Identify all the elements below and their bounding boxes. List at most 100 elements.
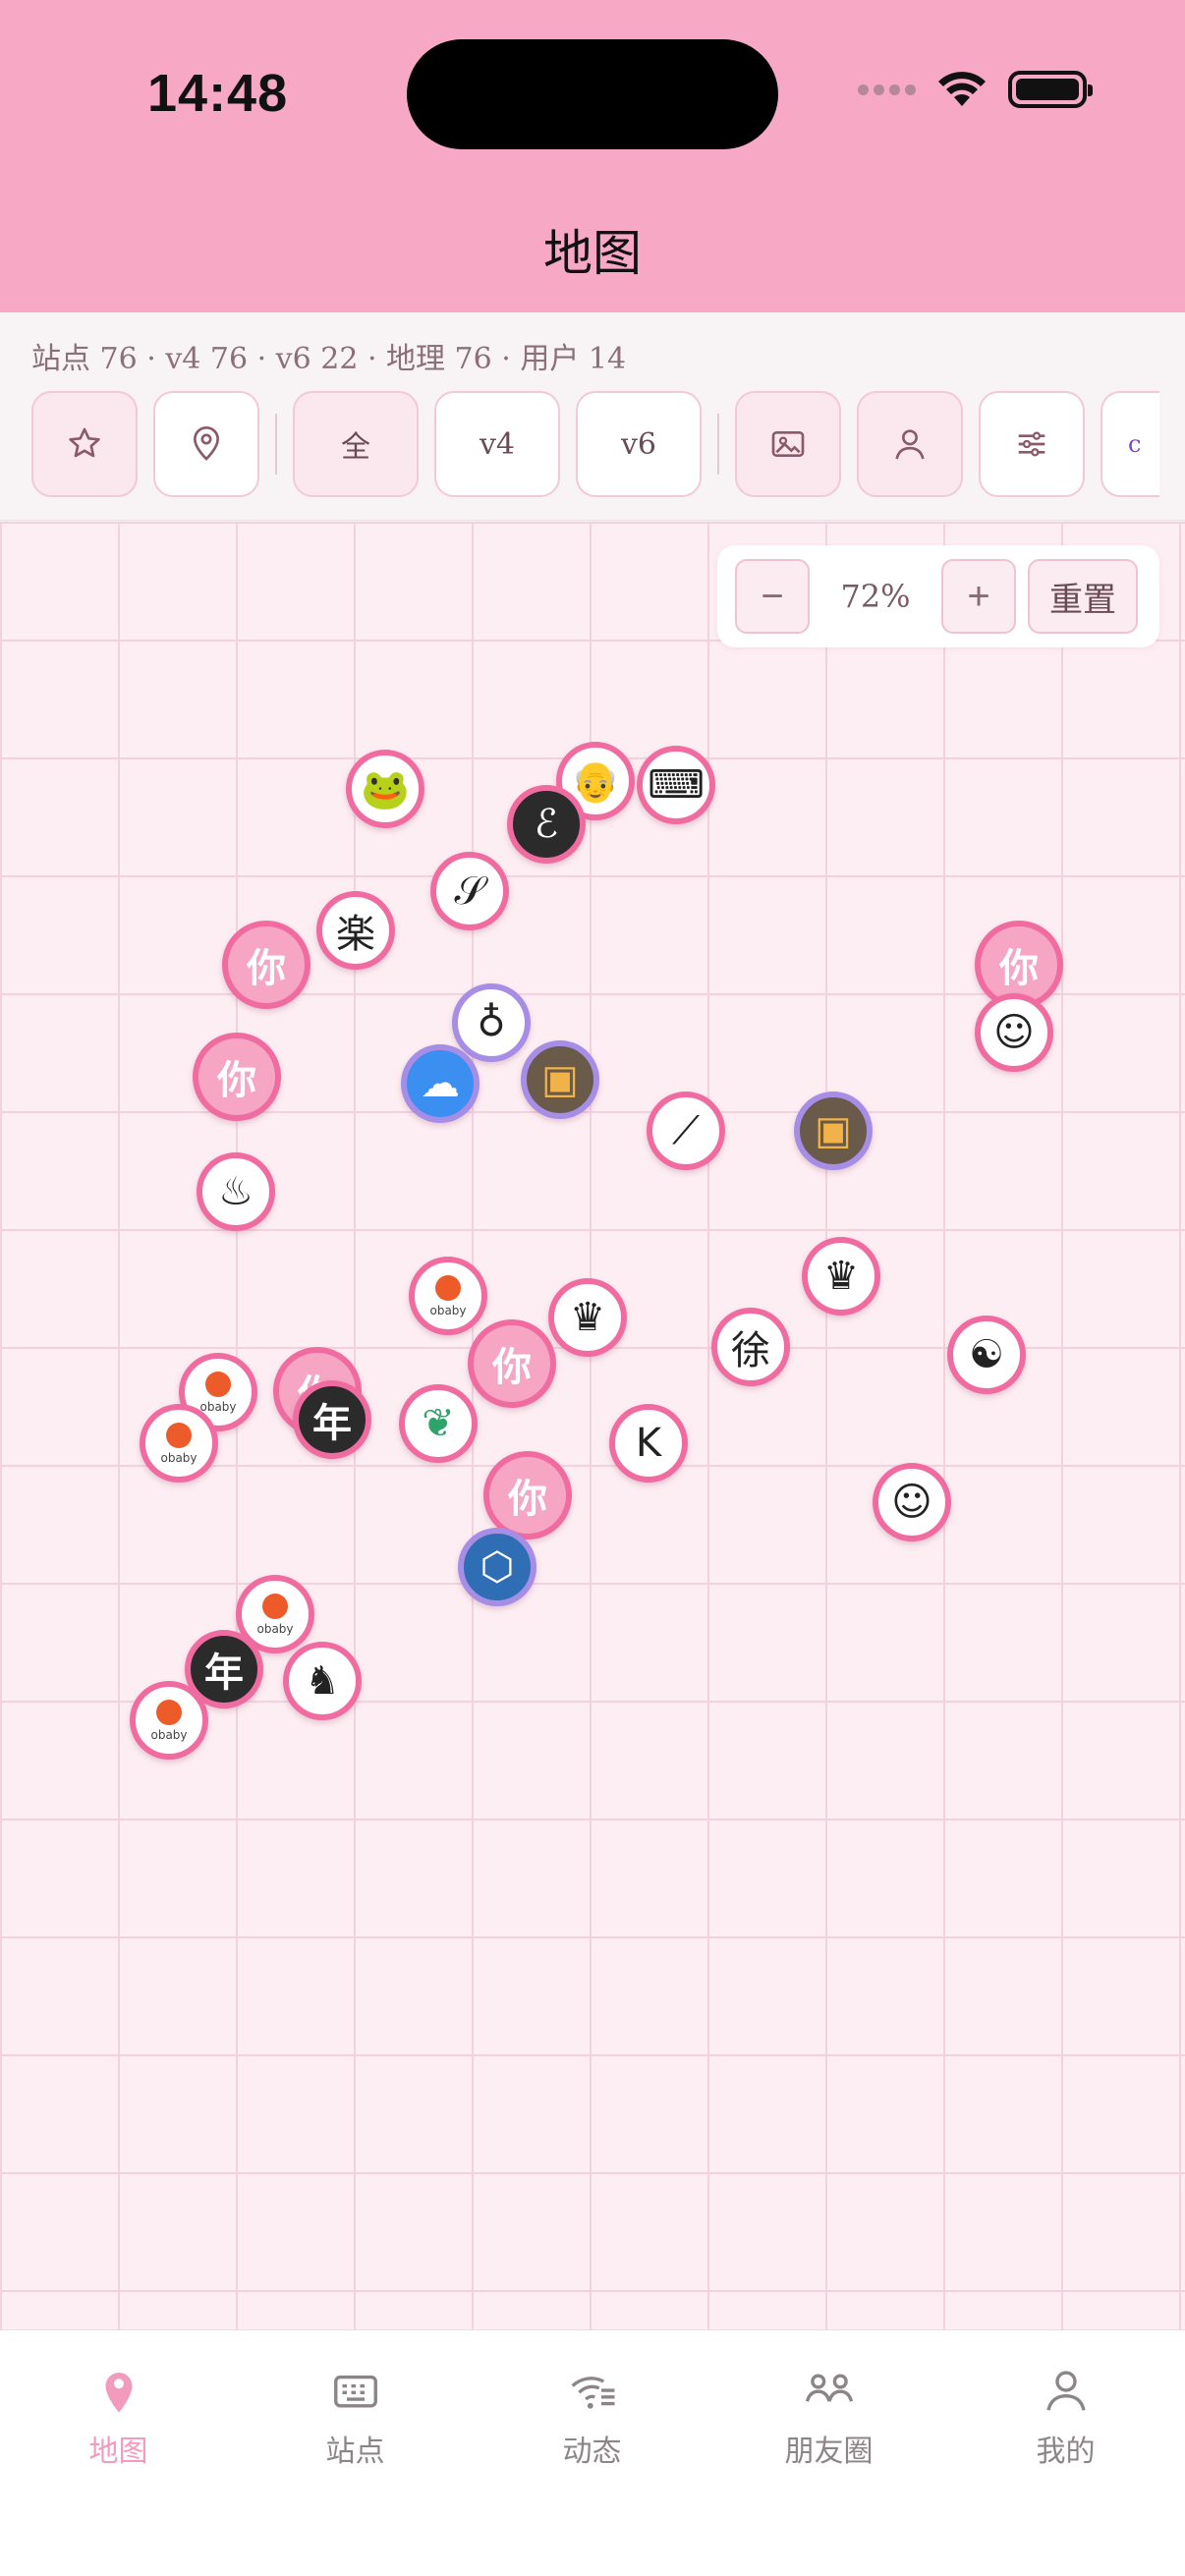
cloud-icon: ☁: [421, 1061, 460, 1106]
typewriter-icon: ⌨: [648, 762, 705, 808]
tab-label: 朋友圈: [784, 2435, 874, 2469]
tab-label: 我的: [1036, 2435, 1096, 2469]
more-filter-button[interactable]: c: [1100, 391, 1159, 497]
settings-button[interactable]: [979, 391, 1085, 497]
filter-all-button[interactable]: 全: [293, 391, 419, 497]
s-letter-icon: 𝒮: [454, 868, 485, 914]
yinyang-icon: ☯: [969, 1332, 1004, 1377]
dynamic-island: [407, 39, 778, 149]
frog-icon: 🐸: [361, 766, 410, 812]
tab-label: 站点: [325, 2435, 385, 2469]
site-marker-kanji[interactable]: 楽: [316, 891, 395, 970]
anime-icon: ☺: [993, 1010, 1035, 1055]
marker-label: 你: [492, 1345, 532, 1390]
app-header: 14:48 地图: [0, 0, 1185, 312]
status-icons: [858, 71, 1093, 108]
crown-icon: ♛: [823, 1254, 859, 1299]
map-pin-icon: [105, 2373, 132, 2413]
site-marker-bag[interactable]: ♁: [452, 983, 531, 1062]
icecream-icon: ♨: [218, 1169, 254, 1214]
obaby-text: obaby: [199, 1400, 237, 1414]
site-marker-script-e[interactable]: ℰ: [507, 785, 586, 864]
site-marker-leaf[interactable]: ❦: [399, 1384, 478, 1463]
status-time: 14:48: [147, 64, 289, 123]
raccoon-icon: ♞: [305, 1658, 340, 1704]
zoom-out-button[interactable]: −: [735, 559, 810, 634]
site-marker-ni[interactable]: 你: [468, 1319, 556, 1408]
image-icon: [771, 431, 805, 457]
obaby-logo: obaby: [429, 1275, 467, 1316]
site-marker-crown[interactable]: ♛: [802, 1237, 880, 1316]
face-icon: ☺: [891, 1480, 932, 1525]
friends-icon: [805, 2374, 853, 2402]
star-icon: [69, 427, 100, 458]
site-marker-crown[interactable]: ♛: [548, 1278, 627, 1357]
tab-label: 动态: [562, 2435, 622, 2469]
site-marker-yinyang[interactable]: ☯: [947, 1316, 1026, 1394]
divider: [275, 414, 277, 475]
obaby-text: obaby: [160, 1451, 198, 1465]
site-marker-hex[interactable]: ⬡: [458, 1528, 536, 1606]
photo-icon: ▣: [541, 1057, 579, 1102]
site-marker-letter[interactable]: K: [609, 1404, 688, 1483]
marker-label: 你: [508, 1477, 547, 1522]
tab-map[interactable]: 地图: [0, 2330, 237, 2576]
site-marker-kanji[interactable]: 徐: [711, 1308, 790, 1386]
crown-icon: ♛: [570, 1295, 605, 1340]
obaby-logo: obaby: [160, 1423, 198, 1465]
location-filter-button[interactable]: [153, 391, 259, 497]
map-screen: 14:48 地图 站点 76 · v4 76 · v6 22 · 地理 76 ·…: [0, 0, 1185, 2576]
page-title: 地图: [543, 225, 642, 282]
obaby-logo: obaby: [199, 1372, 237, 1414]
site-marker-frog[interactable]: 🐸: [346, 750, 424, 828]
site-marker-nian[interactable]: 年: [293, 1380, 371, 1459]
marker-label: 你: [999, 946, 1039, 991]
site-marker-raccoon[interactable]: ♞: [283, 1642, 362, 1720]
bottom-tab-bar: 地图 站点 动态 朋友圈 我的: [0, 2329, 1185, 2576]
site-marker-obaby[interactable]: obaby: [409, 1257, 487, 1335]
tab-feed[interactable]: 动态: [474, 2330, 710, 2576]
site-marker-photo[interactable]: ▣: [521, 1040, 599, 1119]
marker-label: K: [635, 1421, 662, 1466]
map-canvas[interactable]: − 72% + 重置 🐸 👴 ⌨ ℰ 𝒮 楽你你 ☺ ♁ 你 ☁ ▣ ⟋ ▣ ♨ ♛ ♛ 徐 ☯ obaby obab…: [0, 522, 1185, 2329]
site-marker-ni[interactable]: 你: [483, 1451, 572, 1540]
leaf-icon: ❦: [422, 1401, 455, 1446]
marker-label: 徐: [731, 1328, 770, 1373]
favorite-filter-button[interactable]: [31, 391, 138, 497]
user-toggle-button[interactable]: [857, 391, 963, 497]
zoom-in-button[interactable]: +: [941, 559, 1016, 634]
marker-label: 年: [312, 1401, 352, 1446]
site-marker-photo[interactable]: ▣: [794, 1092, 873, 1170]
site-marker-face[interactable]: ☺: [873, 1463, 951, 1541]
filter-v6-button[interactable]: v6: [576, 391, 702, 497]
site-marker-cloud[interactable]: ☁: [401, 1044, 480, 1123]
filter-v4-button[interactable]: v4: [434, 391, 560, 497]
wifi-list-icon: [571, 2377, 614, 2409]
tab-sites[interactable]: 站点: [237, 2330, 474, 2576]
site-marker-obaby[interactable]: obaby: [140, 1404, 218, 1483]
user-icon: [895, 429, 925, 460]
site-marker-s-letter[interactable]: 𝒮: [430, 852, 509, 930]
site-marker-anime[interactable]: ☺: [975, 993, 1053, 1072]
photo-icon: ▣: [815, 1108, 852, 1153]
sliders-icon: [1018, 431, 1045, 457]
site-marker-icecream[interactable]: ♨: [197, 1152, 275, 1231]
site-marker-leek[interactable]: ⟋: [647, 1092, 725, 1170]
tab-label: 地图: [88, 2435, 148, 2469]
obaby-logo: obaby: [150, 1700, 188, 1741]
battery-icon: [1008, 71, 1093, 108]
site-marker-obaby[interactable]: obaby: [130, 1681, 208, 1760]
marker-label: 楽: [336, 912, 375, 957]
tab-profile[interactable]: 我的: [947, 2330, 1184, 2576]
marker-label: 年: [204, 1651, 244, 1696]
obaby-text: obaby: [256, 1622, 294, 1636]
map-pin-icon: [193, 426, 220, 461]
site-marker-ni[interactable]: 你: [193, 1033, 281, 1121]
site-marker-typewriter[interactable]: ⌨: [637, 746, 715, 824]
zoom-reset-button[interactable]: 重置: [1028, 559, 1138, 634]
bag-icon: ♁: [477, 1000, 506, 1045]
image-toggle-button[interactable]: [735, 391, 841, 497]
wifi-icon: [938, 72, 986, 106]
site-marker-ni[interactable]: 你: [222, 921, 310, 1009]
tab-friends[interactable]: 朋友圈: [710, 2330, 947, 2576]
